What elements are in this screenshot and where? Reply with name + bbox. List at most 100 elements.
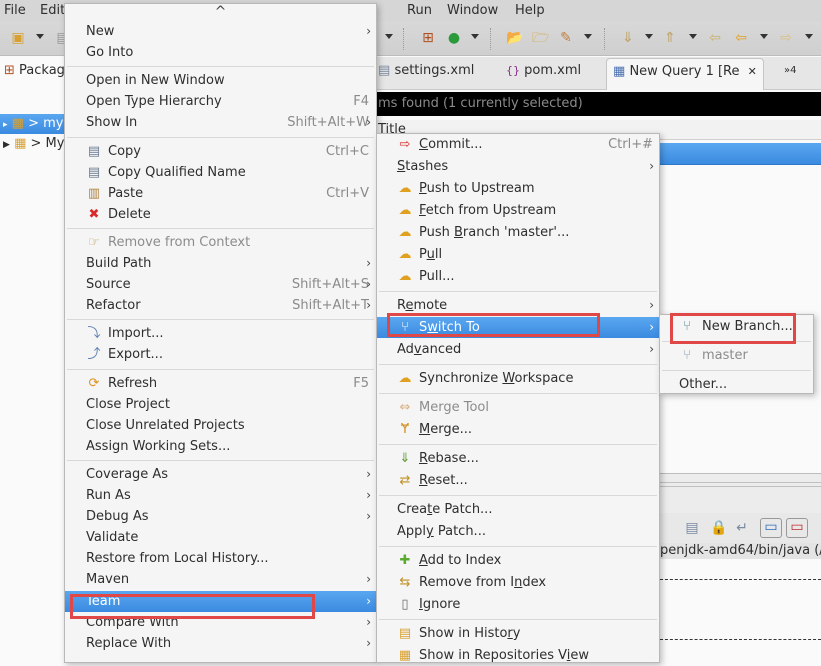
menu-item-rebase[interactable]: ⇓ Rebase...	[377, 448, 659, 469]
menu-item-merge[interactable]: Ɏ Merge...	[377, 419, 659, 440]
scroll-lock-icon[interactable]: 🔒	[710, 520, 727, 536]
menu-item-stashes[interactable]: Stashes ›	[377, 156, 659, 177]
menu-item-new-branch[interactable]: ⑂ New Branch...	[660, 316, 813, 337]
next-annotation-icon[interactable]: ⇓	[620, 30, 636, 46]
menu-window[interactable]: Window	[447, 3, 498, 18]
menu-item-remove-from-index[interactable]: ⇆ Remove from Index	[377, 572, 659, 593]
menu-item-close-unrelated-projects[interactable]: Close Unrelated Projects	[65, 415, 376, 436]
back-icon[interactable]: ⇦	[733, 30, 749, 46]
menu-item-remote[interactable]: Remote ›	[377, 295, 659, 316]
menu-file[interactable]: File	[4, 3, 26, 18]
menu-item-synchronize-workspace[interactable]: ☁ Synchronize Workspace	[377, 368, 659, 389]
menu-item-build-path[interactable]: Build Path ›	[65, 253, 376, 274]
menu-item-export[interactable]: ⤴ Export...	[65, 344, 376, 365]
menu-item-create-patch[interactable]: Create Patch...	[377, 499, 659, 520]
search-dropdown-icon[interactable]	[584, 34, 592, 39]
menu-item-apply-patch[interactable]: Apply Patch...	[377, 521, 659, 542]
new-class-icon[interactable]: ●	[446, 30, 462, 46]
selected-result-row[interactable]	[655, 143, 821, 165]
back-dropdown-icon[interactable]	[760, 34, 768, 39]
class-dropdown-icon[interactable]	[471, 34, 479, 39]
menu-item-show-in-history[interactable]: ▤ Show in History	[377, 623, 659, 644]
menu-item-pull[interactable]: ☁ Pull...	[377, 266, 659, 287]
last-edit-icon[interactable]: ⇦	[707, 30, 723, 46]
menu-item-label: Fetch from Upstream	[419, 203, 557, 218]
menu-item-reset[interactable]: ⇄ Reset...	[377, 470, 659, 491]
menu-item-run-as[interactable]: Run As ›	[65, 485, 376, 506]
new-package-icon[interactable]: ⊞	[420, 30, 436, 46]
tree-item-project[interactable]: ▶ ▦ > My	[0, 134, 70, 154]
new-wizard-icon[interactable]: ▣	[10, 30, 26, 46]
menu-item-replace-with[interactable]: Replace With ›	[65, 633, 376, 654]
menu-item-push-to-upstream[interactable]: ☁ Push to Upstream	[377, 178, 659, 199]
menu-item-label: Other...	[679, 377, 728, 392]
menu-item-copy[interactable]: ▤ Copy Ctrl+C	[65, 141, 376, 162]
menu-item-push-branch-master[interactable]: ☁ Push Branch 'master'...	[377, 222, 659, 243]
menu-item-open-type-hierarchy[interactable]: Open Type Hierarchy F4	[65, 91, 376, 112]
tab-settings-xml[interactable]: ▤ settings.xml	[378, 63, 474, 78]
menu-item-maven[interactable]: Maven ›	[65, 569, 376, 590]
menu-item-refactor[interactable]: Refactor Shift+Alt+T ›	[65, 295, 376, 316]
menu-edit[interactable]: Edit	[40, 3, 65, 18]
switch-branch-icon: ⑂	[401, 320, 409, 335]
close-tab-icon[interactable]: ✕	[748, 65, 757, 78]
menu-item-add-to-index[interactable]: ✚ Add to Index	[377, 550, 659, 571]
menu-item-advanced[interactable]: Advanced ›	[377, 339, 659, 360]
menu-run[interactable]: Run	[407, 3, 432, 18]
menu-item-copy-qualified-name[interactable]: ▤ Copy Qualified Name	[65, 162, 376, 183]
next-dropdown-icon[interactable]	[645, 34, 653, 39]
menu-item-open-in-new-window[interactable]: Open in New Window	[65, 70, 376, 91]
prev-annotation-icon[interactable]: ⇑	[662, 30, 678, 46]
menu-item-commit[interactable]: ⇨ Commit... Ctrl+#	[377, 134, 659, 155]
scroll-up-icon[interactable]: ^	[65, 4, 376, 22]
prev-dropdown-icon[interactable]	[689, 34, 697, 39]
menu-item-assign-working-sets[interactable]: Assign Working Sets...	[65, 436, 376, 457]
tab-new-query[interactable]: ▦ New Query 1 [Re ✕	[606, 58, 764, 90]
menu-help[interactable]: Help	[515, 3, 545, 18]
menu-item-show-in-repositories-view[interactable]: ▦ Show in Repositories View	[377, 645, 659, 666]
import-icon: ⤵	[87, 326, 101, 342]
menu-item-switch-to[interactable]: ⑂ Switch To ›	[377, 317, 659, 338]
menu-item-show-in[interactable]: Show In Shift+Alt+W ›	[65, 112, 376, 133]
menu-item-compare-with[interactable]: Compare With ›	[65, 612, 376, 633]
package-explorer-tab[interactable]: ⊞ Packag	[4, 63, 65, 78]
submenu-arrow-icon: ›	[366, 572, 371, 587]
menu-item-coverage-as[interactable]: Coverage As ›	[65, 464, 376, 485]
menu-item-import[interactable]: ⤵ Import...	[65, 323, 376, 344]
menu-item-validate[interactable]: Validate	[65, 527, 376, 548]
menu-item-go-into[interactable]: Go Into	[65, 42, 376, 63]
menu-item-other[interactable]: Other...	[660, 374, 813, 395]
menu-item-team[interactable]: Team ›	[65, 590, 376, 612]
menu-item-pull[interactable]: ☁ Pull	[377, 244, 659, 265]
forward-dropdown-icon[interactable]	[805, 34, 813, 39]
menu-item-ignore[interactable]: ▯ Ignore	[377, 594, 659, 615]
menu-item-label: Open Type Hierarchy	[86, 94, 222, 110]
menu-item-refresh[interactable]: ⟳ Refresh F5	[65, 373, 376, 394]
forward-icon[interactable]: ⇨	[778, 30, 794, 46]
tab-pom-xml[interactable]: {} pom.xml	[506, 63, 581, 78]
menu-item-close-project[interactable]: Close Project	[65, 394, 376, 415]
dropdown-icon[interactable]	[385, 34, 393, 39]
open-resource-icon[interactable]: 🗁	[532, 30, 549, 46]
expand-icon[interactable]: ▶	[3, 140, 10, 150]
show-console-stderr-icon[interactable]: ▭	[786, 518, 808, 538]
menu-item-source[interactable]: Source Shift+Alt+S ›	[65, 274, 376, 295]
menu-item-debug-as[interactable]: Debug As ›	[65, 506, 376, 527]
menu-item-paste[interactable]: ▥ Paste Ctrl+V	[65, 183, 376, 204]
overflow-tabs-button[interactable]: »4	[784, 65, 796, 76]
search-pen-icon[interactable]: ✎	[558, 30, 574, 46]
new-dropdown-icon[interactable]	[36, 34, 44, 39]
menu-item-restore-from-local-history[interactable]: Restore from Local History...	[65, 548, 376, 569]
word-wrap-icon[interactable]: ↵	[734, 520, 750, 536]
show-console-stdout-icon[interactable]: ▭	[760, 518, 782, 538]
menu-item-new[interactable]: New ›	[65, 21, 376, 42]
expand-icon[interactable]: ▸	[3, 120, 8, 130]
menu-item-fetch-from-upstream[interactable]: ☁ Fetch from Upstream	[377, 200, 659, 221]
clear-console-icon[interactable]: ▤	[684, 520, 700, 536]
menu-item-label: Merge...	[419, 422, 472, 437]
tree-item-project[interactable]: ▸ ▦ > my	[0, 114, 70, 134]
ignore-icon: ▯	[401, 597, 409, 612]
open-type-icon[interactable]: 📂	[506, 30, 523, 46]
menu-item-delete[interactable]: ✖ Delete	[65, 204, 376, 225]
menu-separator	[379, 291, 657, 292]
